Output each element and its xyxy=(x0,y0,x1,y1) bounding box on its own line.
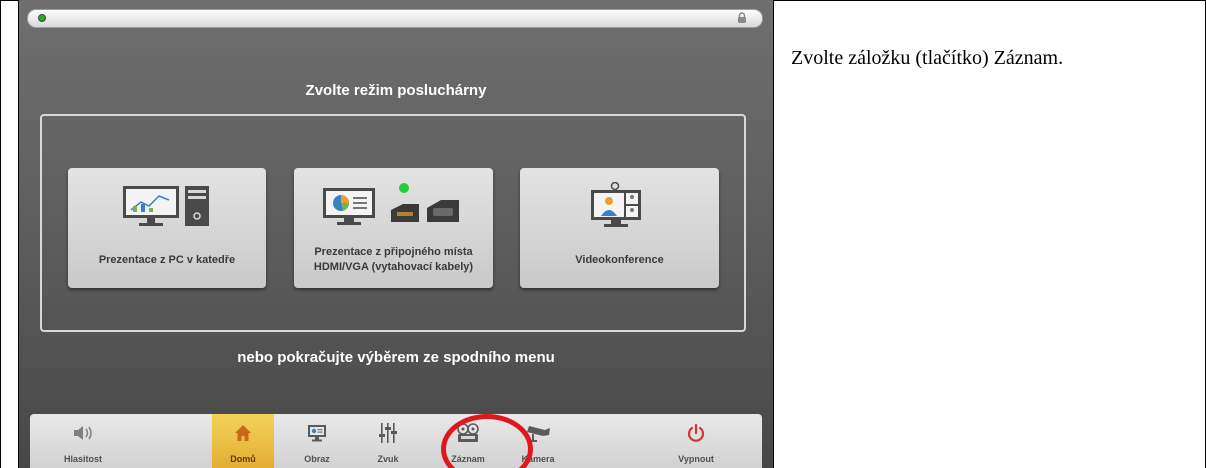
menu-item-zaznam[interactable]: Záznam xyxy=(437,414,499,468)
pc-presentation-icon xyxy=(68,182,266,228)
menu-item-kamera[interactable]: Kamera xyxy=(507,414,569,468)
mode-card-label: Prezentace z připojného místa HDMI/VGA (v… xyxy=(313,246,474,273)
menu-item-hlasitost[interactable]: Hlasitost xyxy=(52,414,114,468)
hdmi-vga-connection-icon xyxy=(294,182,493,228)
lock-icon[interactable] xyxy=(736,12,748,24)
panel-border-right xyxy=(773,0,774,468)
status-dot-icon xyxy=(38,14,46,22)
mixer-icon xyxy=(357,422,419,444)
menu-item-domu[interactable]: Domů xyxy=(212,414,274,468)
home-icon xyxy=(212,422,274,444)
panel-border-left xyxy=(18,0,19,468)
menu-label: Obraz xyxy=(304,454,330,464)
mode-card-pc[interactable]: Prezentace z PC v katedře xyxy=(68,168,266,288)
page-title: Zvolte režim posluchárny xyxy=(305,82,487,99)
menu-label: Zvuk xyxy=(377,454,399,464)
mode-card-hdmi-vga[interactable]: Prezentace z připojného místa HDMI/VGA (v… xyxy=(294,168,493,288)
menu-label: Vypnout xyxy=(678,454,714,464)
recorder-icon xyxy=(437,422,499,444)
menu-label: Domů xyxy=(230,454,256,464)
menu-label: Kamera xyxy=(521,454,555,464)
menu-item-vypnout[interactable]: Vypnout xyxy=(665,414,727,468)
videoconference-icon xyxy=(520,182,719,228)
mode-card-videoconference[interactable]: Videokonference xyxy=(520,168,719,288)
control-panel: Zvolte režim posluchárny Prezentace z PC… xyxy=(19,0,773,468)
instruction-text: Zvolte záložku (tlačítko) Záznam. xyxy=(791,47,1064,69)
bottom-menu: Hlasitost Domů Obraz Zvuk Záznam Kamera … xyxy=(30,414,762,468)
menu-label: Záznam xyxy=(451,454,485,464)
menu-item-obraz[interactable]: Obraz xyxy=(286,414,348,468)
menu-label: Hlasitost xyxy=(63,454,102,464)
mode-card-label: Prezentace z PC v katedře xyxy=(98,253,236,266)
speaker-icon xyxy=(52,422,114,444)
page-subtitle: nebo pokračujte výběrem ze spodního menu xyxy=(237,349,555,366)
status-bar xyxy=(27,9,763,28)
mode-card-label: Videokonference xyxy=(575,253,664,266)
power-icon xyxy=(665,422,727,444)
menu-item-zvuk[interactable]: Zvuk xyxy=(357,414,419,468)
camera-icon xyxy=(507,422,569,444)
display-icon xyxy=(286,422,348,444)
